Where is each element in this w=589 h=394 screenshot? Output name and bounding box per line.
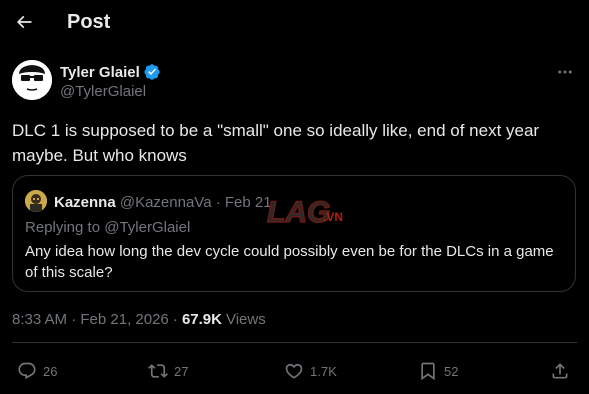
back-button[interactable] xyxy=(6,4,42,40)
like-button[interactable]: 1.7K xyxy=(284,358,337,384)
page-title: Post xyxy=(67,11,111,33)
site-watermark-logo: LAG .VN xyxy=(266,195,343,230)
views-count: 67.9K xyxy=(181,311,222,328)
more-dots-icon xyxy=(558,70,572,74)
author-handle[interactable]: @TylerGlaiel xyxy=(60,83,146,100)
share-button[interactable] xyxy=(550,358,570,384)
reply-icon xyxy=(18,362,36,380)
top-bar: Post xyxy=(0,0,589,46)
heart-icon xyxy=(285,363,303,379)
arrow-left-icon xyxy=(16,15,32,29)
quote-header: Kazenna @KazennaVa · Feb 21 xyxy=(54,194,272,211)
reply-button[interactable]: 26 xyxy=(17,358,57,384)
verified-badge-icon xyxy=(144,64,160,80)
reply-count: 26 xyxy=(43,363,58,379)
bookmark-count: 52 xyxy=(444,363,459,379)
quote-text: Any idea how long the dev cycle could po… xyxy=(25,243,554,281)
quoted-post[interactable]: Kazenna @KazennaVa · Feb 21 Replying to … xyxy=(12,175,576,292)
bookmark-button[interactable]: 52 xyxy=(418,358,458,384)
repost-button[interactable]: 27 xyxy=(148,358,188,384)
repost-count: 27 xyxy=(174,363,189,379)
post-author: Tyler Glaiel @TylerGlaiel xyxy=(12,60,577,104)
quote-author-name: Kazenna xyxy=(54,194,116,211)
divider xyxy=(12,342,577,343)
author-name-row: Tyler Glaiel xyxy=(60,63,161,81)
quote-replying-to: Replying to @TylerGlaiel xyxy=(25,219,191,236)
author-name[interactable]: Tyler Glaiel xyxy=(60,64,140,81)
watermark-suffix: .VN xyxy=(323,210,343,224)
views-label: Views xyxy=(225,311,266,328)
watermark-main: LAG xyxy=(267,196,330,229)
repost-icon xyxy=(148,364,168,378)
bookmark-icon xyxy=(421,362,435,381)
share-icon xyxy=(552,363,568,379)
quote-author-meta: @KazennaVa · Feb 21 xyxy=(119,194,272,211)
quote-avatar-image xyxy=(25,190,47,212)
avatar-image xyxy=(12,60,52,100)
more-options-button[interactable] xyxy=(553,62,577,82)
quote-avatar[interactable] xyxy=(25,190,47,212)
like-count: 1.7K xyxy=(310,363,337,379)
post-text: DLC 1 is supposed to be a "small" one so… xyxy=(12,121,540,165)
post-timestamp[interactable]: 8:33 AM · Feb 21, 2026 · xyxy=(12,311,178,328)
post-meta: 8:33 AM · Feb 21, 2026 · 67.9K Views xyxy=(12,311,266,328)
action-bar: 26 27 1.7K 52 xyxy=(12,358,577,384)
avatar[interactable] xyxy=(12,60,52,100)
